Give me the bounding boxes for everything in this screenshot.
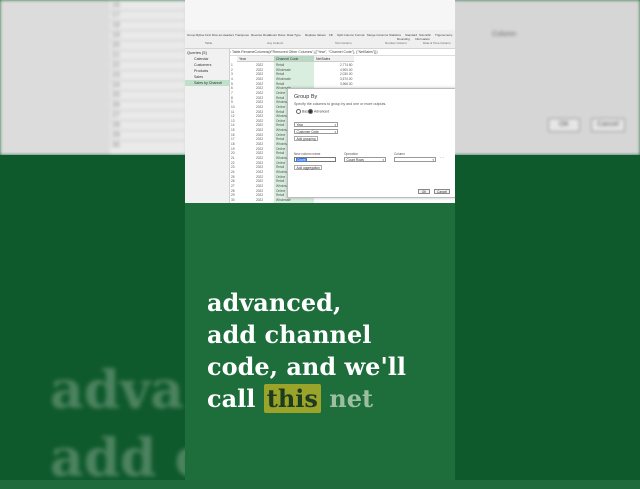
ribbon-transpose-button[interactable]: Transpose [235, 33, 249, 37]
power-query-screenshot: Group By Use First Row as Headers Transp… [185, 0, 455, 203]
ribbon-fill-button[interactable]: Fill [329, 33, 333, 37]
dialog-subtitle: Specify the columns to group by and one … [294, 102, 387, 106]
cell-channel-code: Wholesale [276, 197, 291, 202]
dialog-cancel-button[interactable]: Cancel [434, 189, 450, 194]
background-row-number: 17 [112, 12, 120, 19]
ribbon-count-rows-button[interactable]: Count Rows [269, 33, 285, 37]
video-panel: Group By Use First Row as Headers Transp… [185, 0, 455, 480]
ribbon-split-column-button[interactable]: Split Column [337, 33, 354, 37]
ribbon: Group By Use First Row as Headers Transp… [185, 30, 455, 49]
chevron-down-icon: ▾ [432, 158, 434, 162]
background-cancel-button: Cancel [591, 118, 625, 132]
add-aggregation-button[interactable]: Add aggregation [294, 165, 323, 170]
ribbon-group-text-column: Text Column [335, 41, 352, 45]
background-row-number: 18 [112, 22, 120, 29]
column-label: Column [394, 152, 405, 156]
chevron-down-icon: ▾ [334, 130, 336, 134]
ribbon-group-any-column: Any Column [267, 41, 284, 45]
background-caption-line-1: adva [50, 360, 184, 421]
column-header-channel-code[interactable]: Channel Code [274, 56, 314, 62]
queries-pane: Queries [5] Calendar Customers Products … [185, 49, 230, 203]
group-by-dialog: Group By Specify the columns to group by… [287, 88, 455, 198]
column-header-year[interactable]: Year [237, 56, 274, 62]
background-column-label: Column [492, 31, 517, 38]
background-row-number: 19 [112, 32, 120, 39]
more-options-icon[interactable]: ··· [440, 155, 444, 160]
column-header-netsales[interactable]: NetSales [314, 56, 354, 62]
ribbon-group-date-time-column: Date & Time Column [423, 41, 451, 45]
ribbon-merge-columns-button[interactable]: Merge Columns [367, 33, 388, 37]
caption-line-1: advanced, [207, 288, 342, 317]
new-column-name-input[interactable]: Count [294, 157, 336, 162]
operation-label: Operation [344, 152, 358, 156]
caption-line-4-pre: call [207, 384, 264, 413]
new-column-label: New column name [294, 152, 321, 156]
operation-dropdown[interactable]: Count Rows ▾ [344, 157, 386, 162]
ribbon-replace-values-button[interactable]: Replace Values [305, 33, 326, 37]
caption-line-4-post: net [320, 384, 374, 413]
background-row-number: 28 [112, 122, 120, 129]
background-row-number: 16 [112, 2, 120, 9]
radio-advanced-dot [308, 109, 313, 114]
radio-basic-dot [296, 109, 301, 114]
caption: advanced, add channel code, and we'll ca… [207, 287, 455, 415]
caption-highlight-word: this [263, 384, 321, 413]
cell-year: 2022 [256, 197, 264, 202]
ribbon-data-type-button[interactable]: Data Type [287, 33, 301, 37]
chevron-down-icon: ▾ [382, 158, 384, 162]
background-row-number: 27 [112, 112, 120, 119]
chevron-down-icon: ▾ [334, 123, 336, 127]
ribbon-group-number-column: Number Column [385, 41, 407, 45]
background-ok-button: OK [548, 118, 580, 132]
background-sheet [110, 0, 185, 155]
ribbon-trigonometry-button[interactable]: Trigonometry [435, 33, 453, 37]
ribbon-group-by-button[interactable]: Group By [187, 33, 200, 37]
queries-header: Queries [5] [187, 50, 207, 55]
caption-line-3: code, and we'll [207, 352, 407, 381]
background-row-number: 26 [112, 102, 120, 109]
background-row-number: 23 [112, 72, 120, 79]
dialog-ok-button[interactable]: OK [418, 189, 430, 194]
background-row-number: 22 [112, 62, 120, 69]
radio-advanced[interactable]: Advanced [308, 109, 329, 114]
background-row-number: 29 [112, 132, 120, 139]
ribbon-format-button[interactable]: Format [355, 33, 365, 37]
ribbon-use-first-row-button[interactable]: Use First Row as Headers [199, 33, 234, 37]
caption-line-4: call this net [207, 383, 455, 415]
ribbon-group-table: Table [205, 41, 213, 45]
background-row-number: 21 [112, 52, 120, 59]
background-row-number: 30 [112, 142, 120, 149]
ribbon-reverse-rows-button[interactable]: Reverse Rows [251, 33, 271, 37]
background-row-number: 25 [112, 92, 120, 99]
background-row-number: 24 [112, 82, 120, 89]
caption-line-2: add channel [207, 320, 372, 349]
table-row[interactable]: 30 2022 Wholesale [230, 198, 455, 203]
background-row-number: 20 [112, 42, 120, 49]
dialog-title: Group By [294, 94, 318, 100]
row-number: 30 [231, 197, 235, 202]
group-field-1-dropdown[interactable]: Year ▾ [294, 122, 338, 127]
group-field-2-dropdown[interactable]: Customer Code ▾ [294, 129, 338, 134]
add-grouping-button[interactable]: Add grouping [294, 136, 318, 141]
formula-bar[interactable]: = Table.RenameColumns(#"Removed Other Co… [229, 49, 455, 56]
column-dropdown[interactable]: ▾ [394, 157, 436, 162]
query-item-sales-by-channel[interactable]: Sales by Channel [185, 80, 229, 86]
